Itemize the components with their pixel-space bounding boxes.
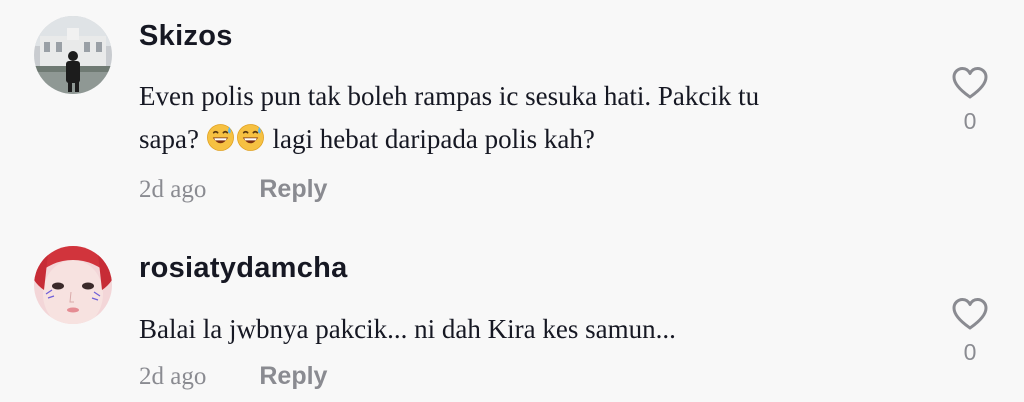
comment-item: Skizos Even polis pun tak boleh rampas i… xyxy=(0,0,1024,230)
comment-timestamp: 2d ago xyxy=(139,363,207,390)
avatar-photo xyxy=(34,246,112,324)
comment-username[interactable]: rosiatydamcha xyxy=(139,252,348,285)
like-count: 0 xyxy=(963,339,977,365)
comment-meta: 2d ago Reply xyxy=(139,175,327,204)
like-button[interactable]: 0 xyxy=(946,66,994,135)
comment-text-segment: lagi hebat daripada polis kah? xyxy=(272,124,595,154)
comment-meta: 2d ago Reply xyxy=(139,362,327,391)
comment-text: Balai la jwbnya pakcik... ni dah Kira ke… xyxy=(139,308,919,351)
heart-icon xyxy=(952,67,988,99)
reply-button[interactable]: Reply xyxy=(259,175,327,204)
grinning-sweat-emoji xyxy=(236,123,265,152)
comment-text-line: Balai la jwbnya pakcik... ni dah Kira ke… xyxy=(139,314,676,344)
reply-button[interactable]: Reply xyxy=(259,362,327,391)
avatar[interactable] xyxy=(34,246,112,324)
like-count: 0 xyxy=(963,108,977,134)
comment-username[interactable]: Skizos xyxy=(139,20,233,53)
heart-icon xyxy=(952,298,988,330)
comment-text-line: Even polis pun tak boleh rampas ic sesuk… xyxy=(139,81,760,111)
grinning-sweat-emoji xyxy=(206,123,235,152)
comment-text: Even polis pun tak boleh rampas ic sesuk… xyxy=(139,75,919,161)
avatar-photo xyxy=(34,16,112,94)
comment-text-segment: sapa? xyxy=(139,124,199,154)
like-button[interactable]: 0 xyxy=(946,297,994,366)
avatar[interactable] xyxy=(34,16,112,94)
comment-timestamp: 2d ago xyxy=(139,176,207,203)
comment-item: rosiatydamcha Balai la jwbnya pakcik... … xyxy=(0,230,1024,402)
